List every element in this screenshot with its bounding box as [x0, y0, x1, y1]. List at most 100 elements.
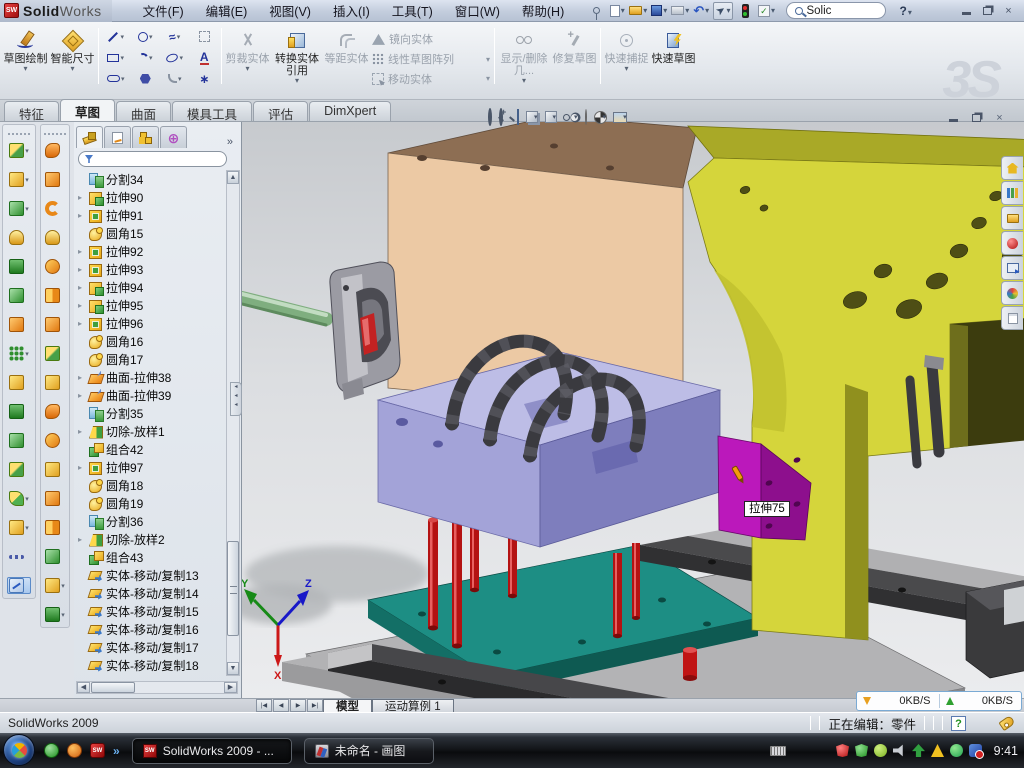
feature-tool-button[interactable]: ▾ [9, 403, 29, 420]
tab-design-library[interactable] [1001, 181, 1023, 205]
tray-warning-icon[interactable] [931, 744, 944, 757]
tab-file-explorer[interactable] [1001, 206, 1023, 230]
line-tool[interactable]: ▾ [101, 27, 131, 46]
feature-tool-button[interactable]: ▾ [9, 200, 29, 217]
surface-tool-button[interactable]: ▾ [45, 519, 65, 536]
quicklaunch-messenger-icon[interactable] [44, 743, 59, 758]
feature-tool-button[interactable]: ▾ [9, 490, 29, 507]
section-view-button[interactable] [517, 110, 519, 124]
expand-arrow-icon[interactable] [78, 193, 86, 202]
selection-box-tool[interactable] [190, 27, 220, 46]
feature-tool-button[interactable]: ▾ [9, 519, 29, 536]
undo-button[interactable]: ↶ [692, 2, 710, 19]
surface-tool-button[interactable]: ▾ [45, 374, 65, 391]
tree-item[interactable]: 切除-放样2 [76, 530, 227, 548]
tray-sync-icon[interactable] [969, 744, 982, 757]
feature-tool-button[interactable]: ▾ [9, 258, 29, 275]
panel-more-chevron[interactable]: » [227, 136, 239, 148]
3d-model-canvas[interactable]: Y Z X [242, 122, 1024, 698]
display-style-button[interactable]: ▾ [545, 111, 557, 123]
menu-item[interactable]: 工具(T) [383, 0, 442, 22]
feature-tool-button[interactable]: ▾ [9, 142, 29, 159]
pin-icon[interactable] [587, 2, 605, 19]
expand-arrow-icon[interactable] [78, 283, 86, 292]
tree-item[interactable]: 切除-放样1 [76, 422, 227, 440]
print-button[interactable] [671, 2, 689, 19]
smart-dimension-button[interactable]: 智能尺寸▾ [49, 25, 96, 87]
doc-restore-button[interactable] [969, 111, 984, 124]
surface-tool-button[interactable]: ▾ [45, 287, 65, 304]
menu-item[interactable]: 插入(I) [324, 0, 379, 22]
view-settings-button[interactable]: ▾ [613, 112, 627, 123]
surface-tool-button[interactable]: ▾ [45, 432, 65, 449]
expand-arrow-icon[interactable] [78, 373, 86, 382]
expand-arrow-icon[interactable] [78, 427, 86, 436]
new-document-button[interactable] [608, 2, 626, 19]
tree-item[interactable]: 圆角19 [76, 494, 227, 512]
next-sheet-button[interactable]: ▶ [290, 699, 306, 712]
tab-configuration-manager[interactable] [132, 126, 159, 148]
rapid-sketch-button[interactable]: 快速草图 [650, 25, 697, 87]
scroll-thumb-horizontal[interactable] [91, 682, 135, 693]
tree-item[interactable]: 分割35 [76, 404, 227, 422]
repair-sketch-button[interactable]: 修复草图 [551, 25, 598, 87]
command-tab[interactable]: DimXpert [309, 101, 391, 121]
trim-entities-button[interactable]: 剪裁实体▾ [224, 25, 271, 87]
quicklaunch-overflow-chevron[interactable]: » [113, 744, 120, 758]
search-input[interactable]: Solic [786, 2, 886, 19]
select-tool-button[interactable]: ➤ [713, 2, 733, 20]
tree-item[interactable]: 曲面-拉伸39 [76, 386, 227, 404]
first-sheet-button[interactable]: |◀ [256, 699, 272, 712]
spline-tool[interactable]: ≈▾ [160, 27, 190, 46]
doc-close-button[interactable]: × [992, 111, 1007, 124]
surface-tool-button[interactable]: ▾ [45, 461, 65, 478]
scroll-up-button[interactable] [227, 171, 239, 184]
tab-property-manager[interactable] [104, 126, 131, 148]
tray-network-icon[interactable] [912, 744, 925, 757]
options-button[interactable]: ✓ [757, 2, 775, 19]
command-tab[interactable]: 模具工具 [172, 101, 252, 121]
taskbar-clock[interactable]: 9:41 [994, 733, 1018, 768]
tree-item[interactable]: 拉伸94 [76, 278, 227, 296]
rectangle-tool[interactable]: ▾ [101, 48, 131, 67]
view-orientation-button[interactable]: ▾ [526, 111, 538, 123]
quick-snaps-button[interactable]: 快速捕捉▾ [603, 25, 650, 87]
input-method-icon[interactable] [770, 746, 786, 756]
feature-tool-button[interactable]: ▾ [9, 287, 29, 304]
menu-item[interactable]: 窗口(W) [446, 0, 509, 22]
tree-item[interactable]: 实体-移动/复制18 [76, 656, 227, 674]
tree-item[interactable]: 实体-移动/复制17 [76, 638, 227, 656]
tree-item[interactable]: 组合43 [76, 548, 227, 566]
feature-tool-button[interactable]: ▾ [9, 432, 29, 449]
tree-vertical-scrollbar[interactable] [226, 170, 240, 676]
doc-minimize-button[interactable] [946, 111, 961, 124]
surface-tool-button[interactable]: ▾ [45, 548, 65, 565]
expand-arrow-icon[interactable] [78, 463, 86, 472]
point-tool[interactable]: ∗ [190, 69, 220, 88]
tree-item[interactable]: 圆角18 [76, 476, 227, 494]
tree-filter-input[interactable] [78, 151, 227, 167]
tree-item[interactable]: 实体-移动/复制13 [76, 566, 227, 584]
tab-custom-properties[interactable] [1001, 306, 1023, 330]
feature-tool-button[interactable]: ▾ [9, 374, 29, 391]
expand-arrow-icon[interactable] [78, 265, 86, 274]
tree-item[interactable]: 圆角15 [76, 224, 227, 242]
expand-arrow-icon[interactable] [78, 247, 86, 256]
menu-item[interactable]: 帮助(H) [513, 0, 573, 22]
tree-item[interactable]: 拉伸92 [76, 242, 227, 260]
surface-tool-button[interactable]: ▾ [45, 171, 65, 188]
command-tab[interactable]: 曲面 [116, 101, 171, 121]
zoom-area-button[interactable] [499, 110, 503, 124]
feature-tool-button[interactable]: ▾ [7, 577, 31, 594]
scroll-down-button[interactable] [227, 662, 239, 675]
menu-item[interactable]: 编辑(E) [197, 0, 257, 22]
surface-tool-button[interactable]: ▾ [45, 142, 65, 159]
convert-entities-button[interactable]: 转换实体引用▾ [271, 25, 323, 87]
tab-feature-tree[interactable] [76, 126, 103, 148]
menu-item[interactable]: 视图(V) [260, 0, 320, 22]
last-sheet-button[interactable]: ▶| [307, 699, 323, 712]
tray-health-icon[interactable] [950, 744, 963, 757]
command-tab[interactable]: 评估 [253, 101, 308, 121]
expand-arrow-icon[interactable] [78, 391, 86, 400]
prev-sheet-button[interactable]: ◀ [273, 699, 289, 712]
